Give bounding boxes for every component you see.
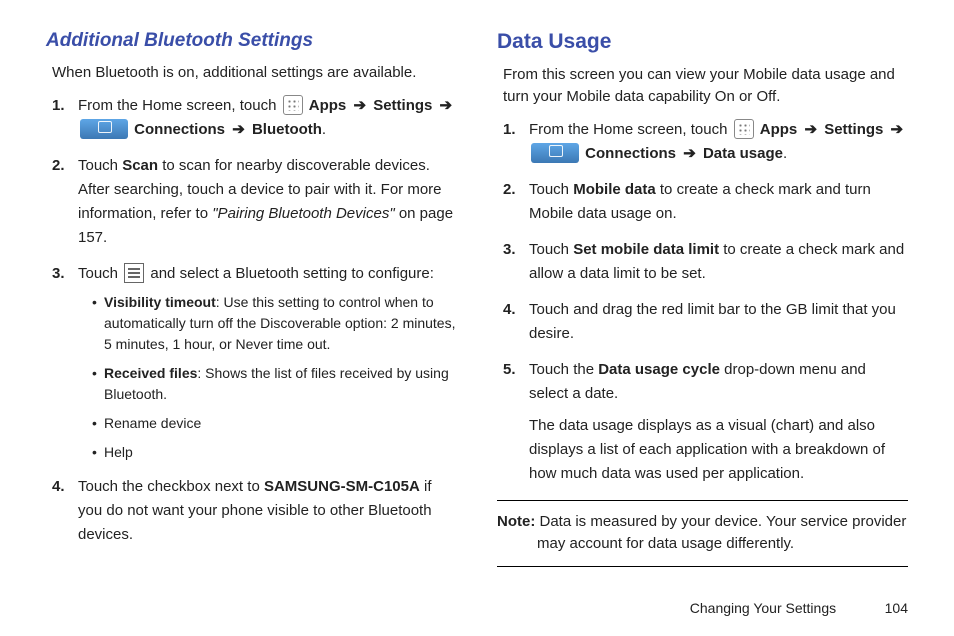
arrow-icon: ➔ [804,121,817,138]
step-3: 3. Touch Set mobile data limit to create… [529,238,908,286]
bullet-help: Help [92,442,457,463]
step-4: 4. Touch and drag the red limit bar to t… [529,298,908,346]
bullet-rename: Rename device [92,413,457,434]
arrow-icon: ➔ [683,145,696,162]
cross-reference: "Pairing Bluetooth Devices" [212,205,394,222]
step-2: 2. Touch Mobile data to create a check m… [529,178,908,226]
label-cycle: Data usage cycle [598,361,720,378]
arrow-icon: ➔ [232,121,245,138]
label-settings: Settings [824,121,883,138]
label-connections: Connections [585,145,676,162]
page-number: 104 [864,600,908,616]
label-scan: Scan [122,157,158,174]
label: Visibility timeout [104,294,216,310]
label-model: SAMSUNG-SM-C105A [264,478,420,495]
label-datausage: Data usage [703,145,783,162]
section-name: Changing Your Settings [690,600,836,616]
heading-datausage: Data Usage [497,30,908,54]
arrow-icon: ➔ [891,121,904,138]
connections-icon [80,119,128,139]
step-5: 5. Touch the Data usage cycle drop-down … [529,358,908,486]
label-setlimit: Set mobile data limit [573,241,719,258]
note-block: Note: Data is measured by your device. Y… [497,500,908,567]
right-column: Data Usage From this screen you can view… [497,30,908,567]
step-1: 1. From the Home screen, touch Apps ➔ Se… [78,94,457,142]
text: Touch the checkbox next to [78,478,264,495]
heading-bluetooth: Additional Bluetooth Settings [46,30,457,52]
label: Received files [104,365,197,381]
arrow-icon: ➔ [353,97,366,114]
menu-icon [124,263,144,283]
note-label: Note: [497,513,535,530]
connections-icon [531,143,579,163]
label-apps: Apps [760,121,798,138]
bullet-received: Received files: Shows the list of files … [92,363,457,405]
step-3: 3. Touch and select a Bluetooth setting … [78,262,457,463]
bullet-visibility: Visibility timeout: Use this setting to … [92,292,457,355]
left-column: Additional Bluetooth Settings When Bluet… [46,30,457,567]
text: and select a Bluetooth setting to config… [150,265,434,282]
intro-text: When Bluetooth is on, additional setting… [52,62,455,84]
step-1: 1. From the Home screen, touch Apps ➔ Se… [529,118,908,166]
apps-grid-icon [734,119,754,139]
page-footer: Changing Your Settings 104 [690,600,908,616]
label-connections: Connections [134,121,225,138]
intro-text: From this screen you can view your Mobil… [503,64,906,108]
label-settings: Settings [373,97,432,114]
text: Touch [78,265,122,282]
text: Touch and drag the red limit bar to the … [529,301,896,342]
label-mobiledata: Mobile data [573,181,656,198]
label-bluetooth: Bluetooth [252,121,322,138]
apps-grid-icon [283,95,303,115]
arrow-icon: ➔ [440,97,453,114]
text: Touch the [529,361,598,378]
text: Touch [78,157,122,174]
step-2: 2. Touch Scan to scan for nearby discove… [78,154,457,250]
text: Touch [529,181,573,198]
text: The data usage displays as a visual (cha… [529,414,908,486]
text: From the Home screen, touch [78,97,281,114]
step-4: 4. Touch the checkbox next to SAMSUNG-SM… [78,475,457,547]
label-apps: Apps [309,97,347,114]
text: Touch [529,241,573,258]
text: From the Home screen, touch [529,121,732,138]
note-text: Data is measured by your device. Your se… [535,513,906,553]
